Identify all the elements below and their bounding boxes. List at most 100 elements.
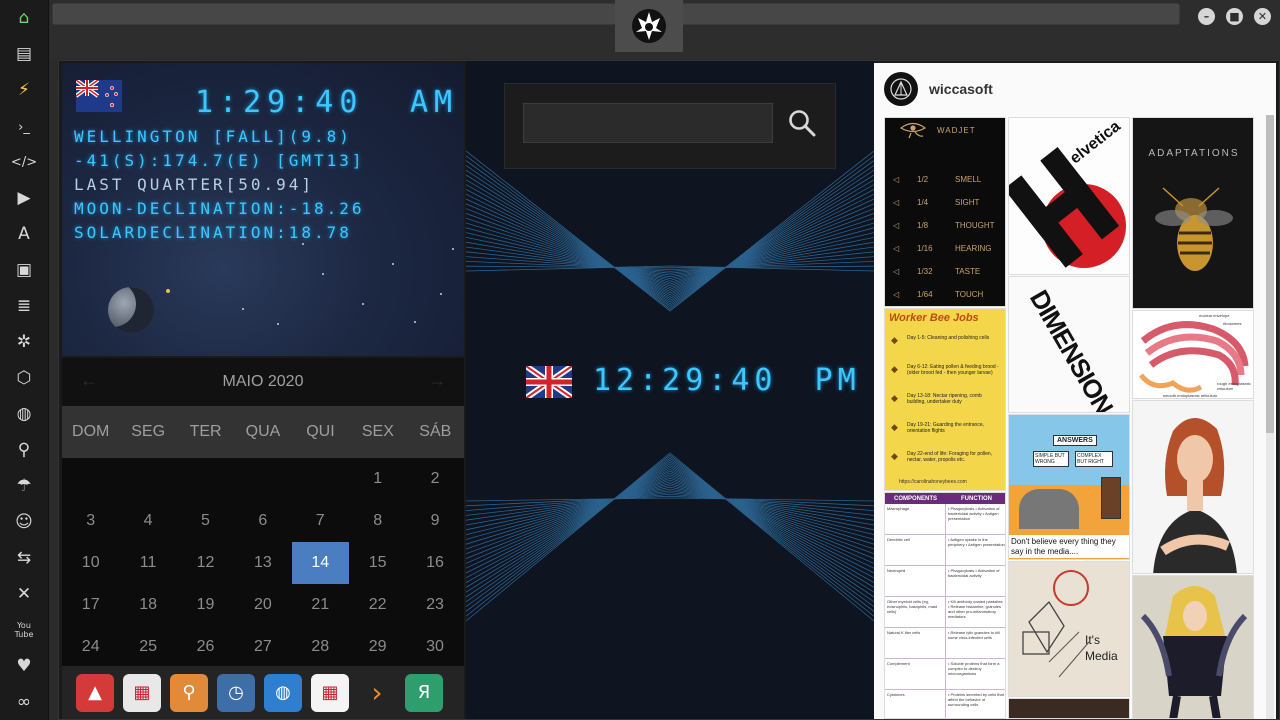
pin-immune-components[interactable]: COMPONENTS FUNCTION Macrophage • Phagocytos…	[884, 492, 1006, 719]
yandex-app-icon[interactable]: Я	[405, 673, 443, 712]
pinterest-scrollbar[interactable]	[1266, 115, 1274, 719]
pin-endoplasmic-reticulum[interactable]: nuclear envelope ribosomes rough endopla…	[1132, 310, 1254, 399]
bee-list-item: ◆ Day 19-21: Guarding the entrance, orien…	[891, 422, 1003, 450]
calendar-day[interactable]: 18	[119, 584, 176, 626]
calendar-day[interactable]: 1	[349, 458, 406, 500]
calendar-day[interactable]: 12	[177, 542, 234, 584]
umbrella-icon[interactable]: ☂	[12, 474, 36, 498]
globe-icon[interactable]: ◍	[12, 402, 36, 426]
clock-app-icon[interactable]: ◷	[217, 673, 255, 712]
wadjet-sense: THOUGHT	[955, 221, 995, 230]
calendar-day[interactable]: 6	[234, 500, 291, 542]
bee-list-item: ◆ Day 13-18: Nectar ripening, comb buildi…	[891, 393, 1003, 421]
contacts-icon[interactable]: ☺	[12, 510, 36, 534]
calendar-day[interactable]: 11	[119, 542, 176, 584]
home-icon[interactable]: ⌂	[12, 6, 36, 30]
pin-helvetica[interactable]: elvetica	[1008, 117, 1130, 275]
calendar-day[interactable]: 23	[406, 584, 463, 626]
calendar-day[interactable]: 26	[177, 626, 234, 668]
pin-fantasy-art[interactable]	[1132, 575, 1254, 719]
wadjet-glyph-icon: ◁	[893, 221, 900, 230]
minimize-button[interactable]: –	[1198, 8, 1215, 25]
calendar-day[interactable]: 4	[119, 500, 176, 542]
wadjet-title: WADJET	[937, 126, 976, 135]
pinterest-username[interactable]: wiccasoft	[929, 81, 993, 97]
youtube-icon[interactable]: You Tube	[12, 618, 36, 642]
title-emblem-tab[interactable]	[615, 0, 683, 52]
pin-wadjet[interactable]: WADJET ◁ 1/2 SMELL ◁ 1/4 SIGHT ◁ 1/8 THOUGHT ◁ 1/1…	[884, 117, 1006, 307]
wadjet-row: ◁ 1/8 THOUGHT	[893, 214, 1003, 237]
pin-adaptations[interactable]: ADAPTATIONS	[1132, 117, 1254, 309]
pin-answers-cartoon[interactable]: ANSWERS SIMPLE BUT WRONG COMPLEX BUT RIG…	[1008, 414, 1130, 560]
er-label-ribosomes: ribosomes	[1223, 321, 1242, 326]
calendar-day[interactable]: 25	[119, 626, 176, 668]
weekday-label: DOM	[72, 423, 110, 440]
chevron-line	[466, 454, 874, 617]
link-icon[interactable]: ⇆	[12, 546, 36, 570]
calendar-day[interactable]: 28	[292, 626, 349, 668]
browser-app-icon[interactable]: ◍	[264, 673, 302, 712]
launcher-icon[interactable]: ▲	[76, 673, 114, 712]
search-app-icon[interactable]: ⚲	[170, 673, 208, 712]
star-icon	[414, 321, 416, 323]
calendar-day[interactable]: 7	[292, 500, 349, 542]
terminal-icon[interactable]: ›_	[12, 115, 36, 139]
translate-icon[interactable]: A	[12, 222, 36, 246]
calendar-day[interactable]: 21	[292, 584, 349, 626]
calendar-day[interactable]: 19	[177, 584, 234, 626]
calendar-day[interactable]: 30	[406, 626, 463, 668]
calendar-day[interactable]: 10	[62, 542, 119, 584]
news-icon[interactable]: ≣	[12, 294, 36, 318]
hexagon-icon[interactable]: ⬡	[12, 366, 36, 390]
calendar-day[interactable]: 29	[349, 626, 406, 668]
prev-month-arrow-icon[interactable]: ←	[80, 370, 98, 391]
scrollbar-thumb[interactable]	[1266, 115, 1274, 433]
next-app-icon[interactable]: ›	[358, 673, 396, 712]
calendar-day[interactable]: 20	[234, 584, 291, 626]
code-icon[interactable]: </>	[11, 150, 37, 174]
er-label-smooth: smooth endoplasmic reticulum	[1163, 393, 1218, 398]
document-icon[interactable]: ▤	[12, 42, 36, 66]
calendar-day[interactable]: 22	[349, 584, 406, 626]
calendar-day[interactable]: 24	[62, 626, 119, 668]
close-button[interactable]: ✕	[1254, 8, 1271, 25]
news-app-icon[interactable]: ▦	[123, 673, 161, 712]
calendar-day[interactable]: 2	[406, 458, 463, 500]
calendar-day[interactable]: 8	[349, 500, 406, 542]
calendar-empty-cell	[177, 458, 234, 500]
aperture-icon[interactable]: ✲	[12, 330, 36, 354]
uk-ampm: PM	[814, 363, 861, 398]
fullscreen-icon[interactable]: ✕	[12, 582, 36, 606]
calendar-day[interactable]: 13	[234, 542, 291, 584]
calendar-day[interactable]: 16	[406, 542, 463, 584]
calendar-day[interactable]: 14	[291, 542, 349, 584]
calendar-day[interactable]: 15	[349, 542, 406, 584]
calendar-day[interactable]: 27	[234, 626, 291, 668]
moon-phase-line: LAST QUARTER[50.94]	[74, 175, 315, 194]
calendar-day[interactable]: 9	[406, 500, 463, 542]
calendar-day[interactable]: 3	[62, 500, 119, 542]
next-month-arrow-icon[interactable]: →	[428, 370, 446, 391]
search-input[interactable]	[523, 103, 773, 143]
calendar-day[interactable]: 5	[177, 500, 234, 542]
immune-component: Other myeloid cells (eg, eosinophils, ba…	[885, 597, 946, 627]
pin-worker-bee-jobs[interactable]: Worker Bee Jobs ◆ Day 1-5: Cleaning and p…	[884, 308, 1006, 491]
solar-declination-line: SOLARDECLINATION:18.78	[74, 223, 352, 242]
heart-icon[interactable]: ♥	[12, 654, 36, 678]
play-icon[interactable]: ▶	[12, 186, 36, 210]
search-icon[interactable]: ⚲	[12, 438, 36, 462]
avatar[interactable]	[884, 72, 918, 106]
lightning-icon[interactable]: ⚡	[12, 78, 36, 102]
portrait-illustration	[1153, 417, 1237, 573]
cloud-icon[interactable]: ∞	[12, 690, 36, 714]
pin-partial[interactable]	[1008, 698, 1130, 719]
image-icon[interactable]: ▣	[12, 258, 36, 282]
calendar-app-icon[interactable]: ▦	[311, 673, 349, 712]
pin-dimension[interactable]: DIMENSION	[1008, 276, 1130, 413]
maximize-button[interactable]: ■	[1226, 8, 1243, 25]
pin-its-media[interactable]: It's Media	[1008, 561, 1130, 697]
calendar-day[interactable]: 17	[62, 584, 119, 626]
pin-portrait[interactable]	[1132, 400, 1254, 574]
search-icon[interactable]	[787, 108, 817, 138]
wadjet-fraction: 1/8	[917, 221, 929, 230]
